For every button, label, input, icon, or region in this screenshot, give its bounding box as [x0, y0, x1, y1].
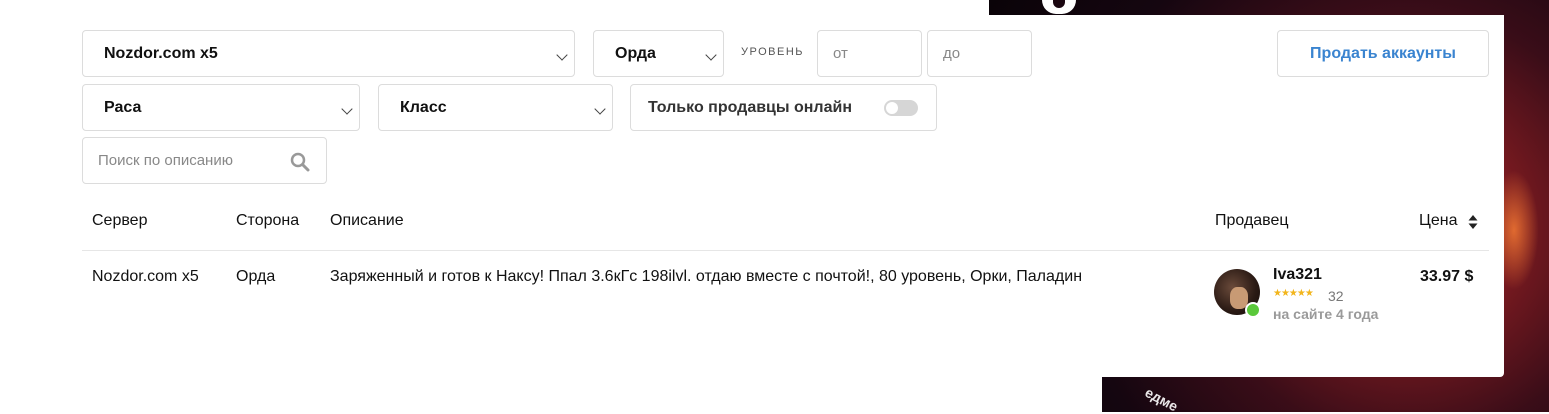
- description-search-input[interactable]: Поиск по описанию: [82, 137, 327, 184]
- column-header-server: Сервер: [92, 212, 148, 229]
- level-to-placeholder: до: [943, 45, 961, 62]
- chevron-down-icon: [556, 49, 568, 61]
- rating-stars-icon: ★★★★★: [1273, 288, 1314, 299]
- online-status-icon: [1245, 302, 1261, 318]
- search-placeholder: Поиск по описанию: [98, 152, 233, 169]
- race-select[interactable]: Раса: [82, 84, 360, 131]
- server-select-value: Nozdor.com x5: [104, 44, 218, 62]
- column-header-seller: Продавец: [1215, 212, 1289, 229]
- chevron-down-icon: [594, 103, 606, 115]
- price: 33.97 $: [1420, 268, 1474, 285]
- sort-icon[interactable]: [1468, 214, 1478, 230]
- sell-accounts-button[interactable]: Продать аккаунты: [1277, 30, 1489, 77]
- faction-select-value: Орда: [615, 44, 656, 62]
- class-select[interactable]: Класс: [378, 84, 613, 131]
- online-only-filter[interactable]: Только продавцы онлайн: [630, 84, 937, 131]
- toggle-knob: [886, 102, 898, 114]
- level-to-input[interactable]: до: [927, 30, 1032, 77]
- race-select-value: Раса: [104, 98, 142, 116]
- level-from-placeholder: от: [833, 45, 848, 62]
- rating-count: 32: [1328, 288, 1344, 304]
- faction-select[interactable]: Орда: [593, 30, 724, 77]
- cell-side: Орда: [236, 268, 276, 285]
- chevron-down-icon: [341, 103, 353, 115]
- seller-since: на сайте 4 года: [1273, 306, 1379, 322]
- cell-description[interactable]: Заряженный и готов к Наксу! Ппал 3.6кГс …: [330, 268, 1190, 286]
- column-header-side: Сторона: [236, 212, 300, 229]
- chevron-down-icon: [705, 49, 717, 61]
- header-divider: [82, 250, 1489, 251]
- level-from-input[interactable]: от: [817, 30, 922, 77]
- column-header-price[interactable]: Цена: [1419, 212, 1457, 230]
- class-select-value: Класс: [400, 98, 447, 116]
- online-only-toggle[interactable]: [884, 100, 918, 116]
- server-select[interactable]: Nozdor.com x5: [82, 30, 575, 77]
- level-label: УРОВЕНЬ: [741, 46, 804, 58]
- seller-name[interactable]: Iva321: [1273, 266, 1322, 284]
- column-header-description: Описание: [330, 212, 404, 229]
- online-only-label: Только продавцы онлайн: [648, 98, 852, 116]
- cell-server: Nozdor.com x5: [92, 268, 199, 285]
- search-icon[interactable]: [290, 152, 310, 172]
